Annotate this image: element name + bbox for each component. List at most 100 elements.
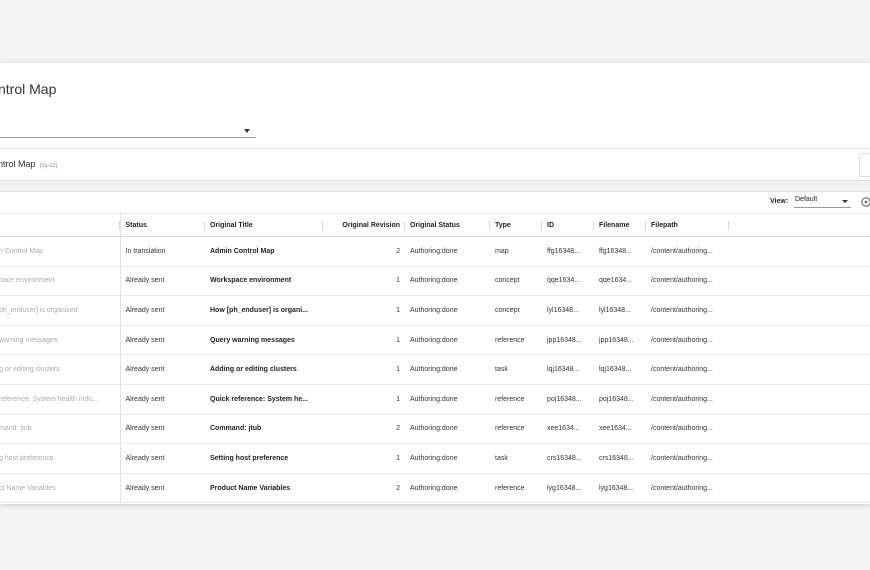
column-header-original-title[interactable]: Original Title <box>205 213 323 237</box>
cell-original-revision: 2 <box>323 473 405 504</box>
cell-title: warning messages <box>0 325 120 356</box>
cell-original-revision: 1 <box>323 354 405 385</box>
column-header-original-status[interactable]: Original Status <box>405 213 490 237</box>
chevron-down-icon[interactable] <box>842 200 848 203</box>
cell-original-title: Command: jtub <box>205 414 323 445</box>
cell-title: ct Name Variables <box>0 473 120 504</box>
cell-filepath: /content/authoring... <box>646 325 729 356</box>
cell-status: Already sent <box>119 354 205 385</box>
cell-original-status: Authoring:done <box>405 266 490 297</box>
cell-empty <box>729 443 870 474</box>
cell-filepath: /content/authoring... <box>646 266 729 297</box>
cell-status: Already sent <box>119 266 205 297</box>
cell-id: jpp16348... <box>542 325 594 356</box>
section-spacer <box>0 180 870 192</box>
cell-title: ph_enduser] is organized <box>0 295 120 326</box>
cell-title: n Control Map <box>0 236 120 267</box>
table-row[interactable]: ct Name Variables Already sent Product Nam… <box>0 473 870 504</box>
cell-original-status: Authoring:done <box>405 414 490 445</box>
language-code: (cs-cz) <box>39 163 58 169</box>
table-row[interactable]: pace environment Already sent Workspace en… <box>0 266 870 297</box>
table-row[interactable]: n Control Map In translation Admin Control… <box>0 236 870 267</box>
cell-id: poj16348... <box>542 384 594 415</box>
cell-status: In translation <box>119 236 205 267</box>
cell-type: concept <box>490 295 542 326</box>
cell-filename: crs16348... <box>594 443 646 474</box>
column-header-title[interactable] <box>0 213 120 237</box>
column-header-filepath[interactable]: Filepath <box>646 213 729 237</box>
cell-empty <box>729 325 870 356</box>
cell-filename: lqj16348... <box>594 354 646 385</box>
cell-status: Already sent <box>119 443 205 474</box>
table-row[interactable]: g host preference Already sent Setting hos… <box>0 443 870 474</box>
cell-empty <box>729 236 870 267</box>
cell-type: reference <box>490 473 542 504</box>
table-row[interactable]: mand: jtub Already sent Command: jtub 2 Auth… <box>0 414 870 445</box>
cell-original-title: Quick reference: System he... <box>205 384 323 415</box>
column-header-filename[interactable]: Filename <box>594 213 646 237</box>
cell-original-title: Query warning messages <box>205 325 323 356</box>
cell-filename: qqe1634... <box>594 266 646 297</box>
cell-empty <box>729 354 870 385</box>
column-header-status[interactable]: Status <box>119 213 205 237</box>
table-header-row: Status Original Title Original Revision … <box>0 213 870 237</box>
cell-filename: ffg16348... <box>594 236 646 267</box>
map-card-name: ntrol Map <box>0 159 36 169</box>
chevron-down-icon[interactable] <box>244 129 250 133</box>
cell-type: concept <box>490 266 542 297</box>
cell-original-status: Authoring:done <box>405 384 490 415</box>
cell-original-status: Authoring:done <box>405 325 490 356</box>
cell-original-revision: 1 <box>323 266 405 297</box>
cell-empty <box>729 414 870 445</box>
cell-filename: xee1634... <box>594 414 646 445</box>
cell-status: Already sent <box>119 295 205 326</box>
cell-filepath: /content/authoring... <box>646 354 729 385</box>
cell-status: Already sent <box>119 473 205 504</box>
table-row[interactable]: warning messages Already sent Query warnin… <box>0 325 870 356</box>
view-select[interactable]: Default <box>794 195 851 208</box>
cell-empty <box>729 473 870 504</box>
map-card[interactable]: ntrol Map (cs-cz) <box>0 149 870 179</box>
cell-original-revision: 1 <box>323 443 405 474</box>
cell-status: Already sent <box>119 414 205 445</box>
cell-filepath: /content/authoring... <box>646 414 729 445</box>
cell-status: Already sent <box>119 384 205 415</box>
card-action-button[interactable] <box>859 153 870 177</box>
cell-filepath: /content/authoring... <box>646 384 729 415</box>
cell-title: mand: jtub <box>0 414 120 445</box>
cell-id: crs16348... <box>542 443 594 474</box>
cell-filename: lyl16348... <box>594 295 646 326</box>
cell-empty <box>729 266 870 297</box>
cell-title: g host preference <box>0 443 120 474</box>
table-row[interactable]: ph_enduser] is organized Already sent How … <box>0 295 870 326</box>
table-row[interactable]: g or editing clusters Already sent Adding … <box>0 354 870 385</box>
cell-original-status: Authoring:done <box>405 236 490 267</box>
cell-original-status: Authoring:done <box>405 295 490 326</box>
table-row[interactable]: reference: System health indic... Already… <box>0 384 870 415</box>
map-card-title: ntrol Map (cs-cz) <box>0 159 58 169</box>
map-select-underline <box>0 137 256 138</box>
cell-type: task <box>490 354 542 385</box>
column-header-id[interactable]: ID <box>542 213 594 237</box>
cell-original-status: Authoring:done <box>405 354 490 385</box>
view-select-value: Default <box>795 196 818 203</box>
cell-id: ffg16348... <box>542 236 594 267</box>
cell-id: lqj16348... <box>542 354 594 385</box>
cell-type: reference <box>490 325 542 356</box>
column-header-original-revision[interactable]: Original Revision <box>323 213 405 237</box>
main-panel: ntrol Map ntrol Map (cs-cz) View: Default <box>0 63 870 504</box>
cell-original-status: Authoring:done <box>405 473 490 504</box>
cell-id: lyl16348... <box>542 295 594 326</box>
column-header-type[interactable]: Type <box>490 213 542 237</box>
table-toolbar: View: Default <box>0 192 870 212</box>
cell-id: qqe1634... <box>542 266 594 297</box>
cell-original-revision: 2 <box>323 414 405 445</box>
cell-title: reference: System health indic... <box>0 384 120 415</box>
cell-filename: jpp16348... <box>594 325 646 356</box>
cell-type: map <box>490 236 542 267</box>
cell-original-title: Admin Control Map <box>205 236 323 267</box>
refresh-icon[interactable] <box>860 196 870 208</box>
cell-original-revision: 1 <box>323 384 405 415</box>
cell-original-status: Authoring:done <box>405 443 490 474</box>
cell-original-revision: 1 <box>323 295 405 326</box>
